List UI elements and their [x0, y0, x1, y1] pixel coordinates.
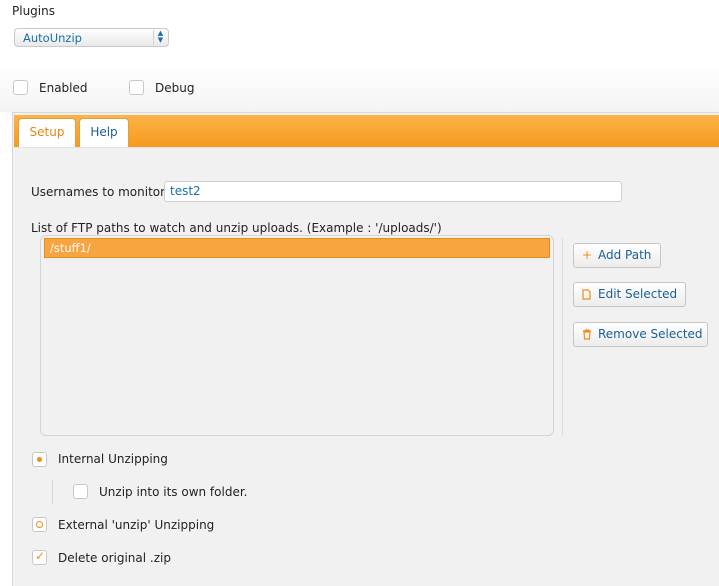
tab-setup[interactable]: Setup [18, 118, 76, 147]
edit-selected-button[interactable]: Edit Selected [573, 282, 686, 307]
plus-icon: + [582, 248, 593, 262]
divider [562, 238, 563, 436]
checkmark-icon: ✓ [35, 549, 46, 563]
plugin-select-value: AutoUnzip [23, 31, 82, 45]
document-icon [582, 283, 591, 308]
external-unzip-radio[interactable] [32, 517, 47, 532]
plugin-header-area [0, 0, 719, 112]
delete-zip-label: Delete original .zip [58, 551, 171, 565]
debug-checkbox[interactable] [129, 80, 144, 95]
radio-selected-dot [37, 457, 42, 462]
own-folder-label: Unzip into its own folder. [99, 485, 248, 499]
edit-selected-label: Edit Selected [598, 287, 678, 301]
external-unzip-label: External 'unzip' Unzipping [58, 518, 215, 532]
usernames-label: Usernames to monitor : [31, 185, 173, 199]
internal-unzip-label: Internal Unzipping [58, 452, 168, 466]
usernames-input[interactable]: test2 [164, 181, 622, 202]
ftp-paths-list[interactable] [40, 235, 554, 436]
add-path-label: Add Path [598, 248, 652, 262]
radio-unselected-ring [36, 521, 43, 528]
internal-unzip-radio[interactable] [32, 452, 47, 467]
select-arrows-icon: ▲ ▼ [153, 30, 165, 45]
enabled-label: Enabled [39, 81, 88, 95]
plugin-select[interactable]: AutoUnzip ▲ ▼ [14, 28, 169, 47]
add-path-button[interactable]: + Add Path [573, 243, 661, 268]
debug-label: Debug [155, 81, 195, 95]
remove-selected-button[interactable]: Remove Selected [573, 322, 708, 347]
plugins-label: Plugins [12, 4, 55, 18]
list-item[interactable]: /stuff1/ [44, 238, 550, 258]
remove-selected-label: Remove Selected [598, 327, 703, 341]
own-folder-checkbox[interactable] [73, 484, 88, 499]
paths-label: List of FTP paths to watch and unzip upl… [31, 221, 442, 235]
trash-icon [582, 323, 592, 348]
tab-help[interactable]: Help [79, 118, 129, 147]
indent-line [52, 480, 53, 504]
delete-zip-checkbox[interactable]: ✓ [32, 549, 47, 565]
enabled-checkbox[interactable] [13, 80, 28, 95]
